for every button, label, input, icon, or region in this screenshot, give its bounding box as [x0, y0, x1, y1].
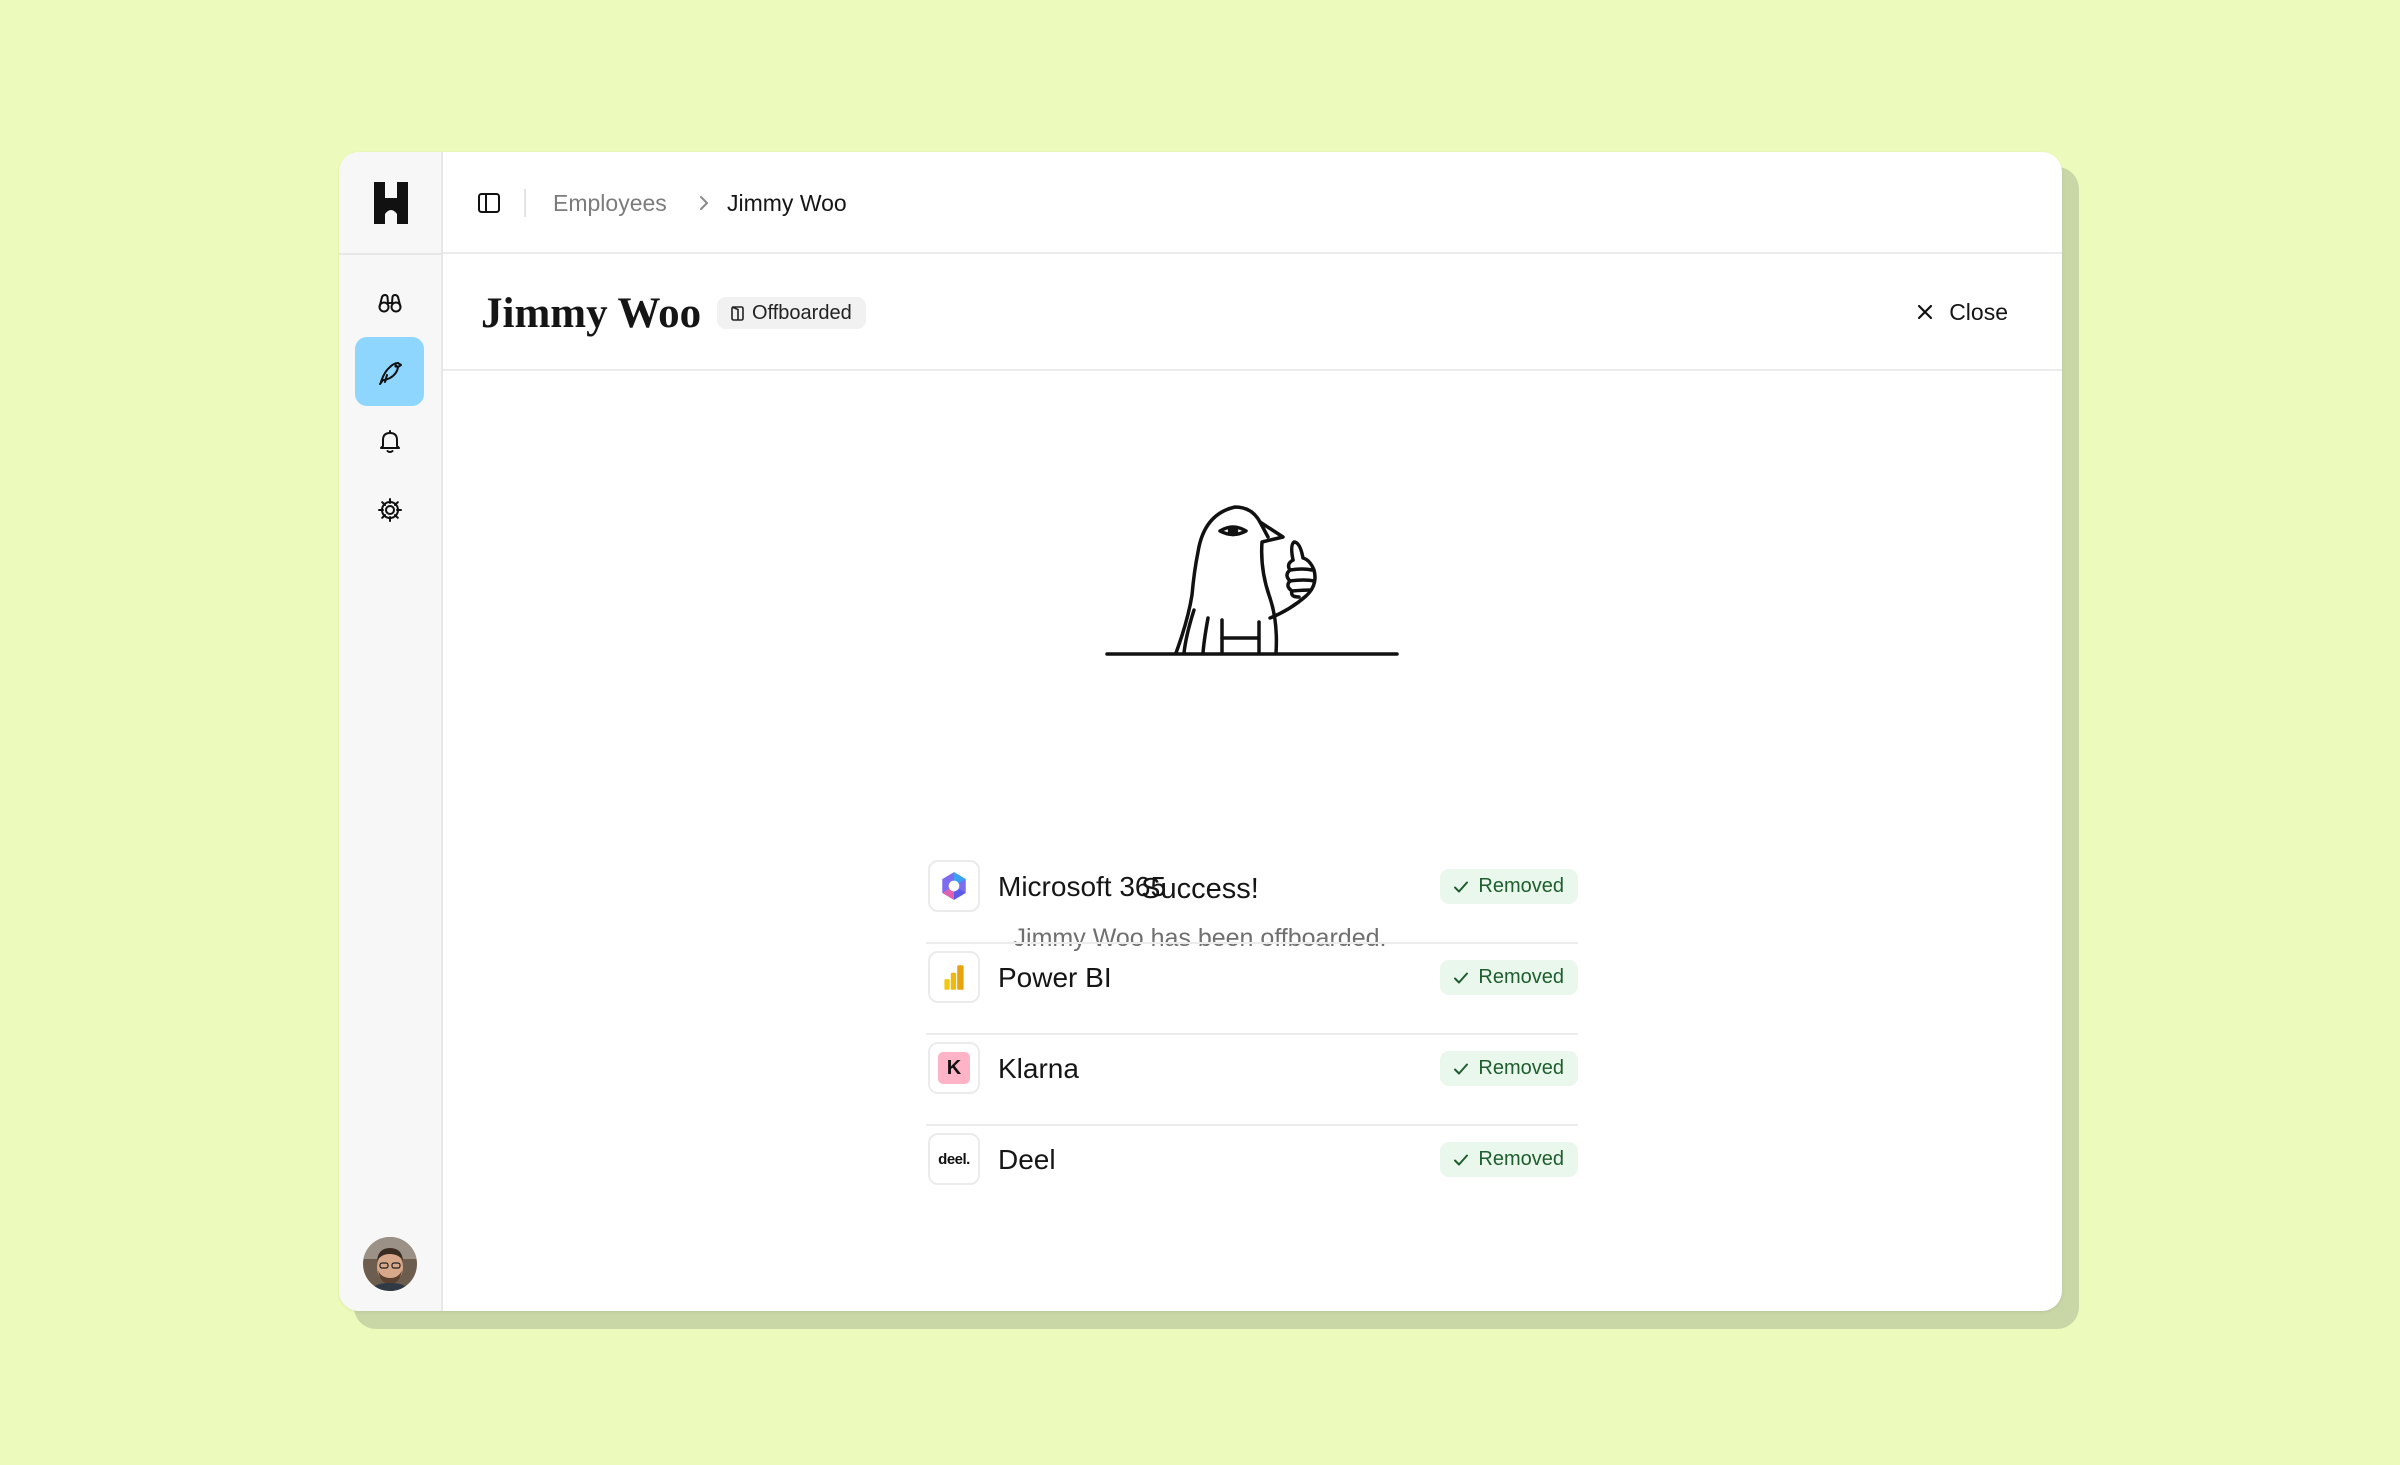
nav-item-offboarding[interactable]: [355, 337, 424, 406]
close-button[interactable]: Close: [1915, 294, 2008, 330]
nav-item-notifications[interactable]: [355, 406, 424, 475]
bell-icon: [379, 429, 400, 453]
chevron-right-icon: [700, 196, 708, 210]
app-name: Deel: [998, 1144, 1056, 1175]
microsoft-365-icon: [928, 860, 980, 912]
removed-badge: Removed: [1440, 869, 1578, 904]
page-title: Jimmy Woo: [481, 290, 702, 337]
top-bar: Employees Jimmy Woo: [443, 152, 2062, 254]
nav-item-search[interactable]: [355, 268, 424, 337]
app-name: Microsoft 365: [998, 871, 1167, 902]
binoculars-icon: [378, 293, 401, 312]
breadcrumb-current: Jimmy Woo: [727, 190, 847, 216]
check-icon: [1454, 972, 1469, 983]
breadcrumb-employees[interactable]: Employees: [553, 188, 667, 218]
topbar-divider: [524, 189, 526, 217]
door-exit-icon: [731, 305, 744, 321]
nav-item-settings[interactable]: [355, 475, 424, 544]
check-icon: [1454, 881, 1469, 892]
removed-badge-label: Removed: [1478, 966, 1564, 988]
close-icon: [1918, 304, 1933, 320]
app-access-list: Microsoft 365 Removed Power BI Removed K…: [926, 853, 1578, 1217]
removed-badge-label: Removed: [1478, 1057, 1564, 1079]
app-window: Employees Jimmy Woo Jimmy Woo Offboarded…: [339, 152, 2062, 1311]
app-logo[interactable]: [372, 180, 410, 226]
thumbs-up-bird-illustration: [1100, 500, 1400, 670]
status-badge-label: Offboarded: [752, 301, 852, 324]
close-button-label: Close: [1949, 298, 2008, 325]
klarna-icon: K: [928, 1042, 980, 1094]
app-row-deel: deel. Deel Removed: [926, 1126, 1578, 1217]
removed-badge: Removed: [1440, 960, 1578, 995]
user-avatar[interactable]: [363, 1237, 417, 1291]
sidebar-toggle-icon[interactable]: [475, 189, 503, 217]
removed-badge: Removed: [1440, 1142, 1578, 1177]
app-row-power-bi: Power BI Removed: [926, 944, 1578, 1035]
sidebar-divider: [339, 253, 443, 255]
power-bi-icon: [928, 951, 980, 1003]
status-badge: Offboarded: [717, 297, 866, 329]
app-name: Power BI: [998, 962, 1112, 993]
sidebar: [339, 152, 443, 1311]
removed-badge: Removed: [1440, 1051, 1578, 1086]
app-name: Klarna: [998, 1053, 1079, 1084]
removed-badge-label: Removed: [1478, 875, 1564, 897]
check-icon: [1454, 1063, 1469, 1074]
deel-icon: deel.: [928, 1133, 980, 1185]
removed-badge-label: Removed: [1478, 1148, 1564, 1170]
app-row-klarna: K Klarna Removed: [926, 1035, 1578, 1126]
app-row-microsoft-365: Microsoft 365 Removed: [926, 853, 1578, 944]
bird-icon: [378, 361, 402, 385]
gear-icon: [377, 497, 402, 522]
page-header: Jimmy Woo Offboarded Close: [443, 254, 2062, 371]
check-icon: [1454, 1154, 1469, 1165]
